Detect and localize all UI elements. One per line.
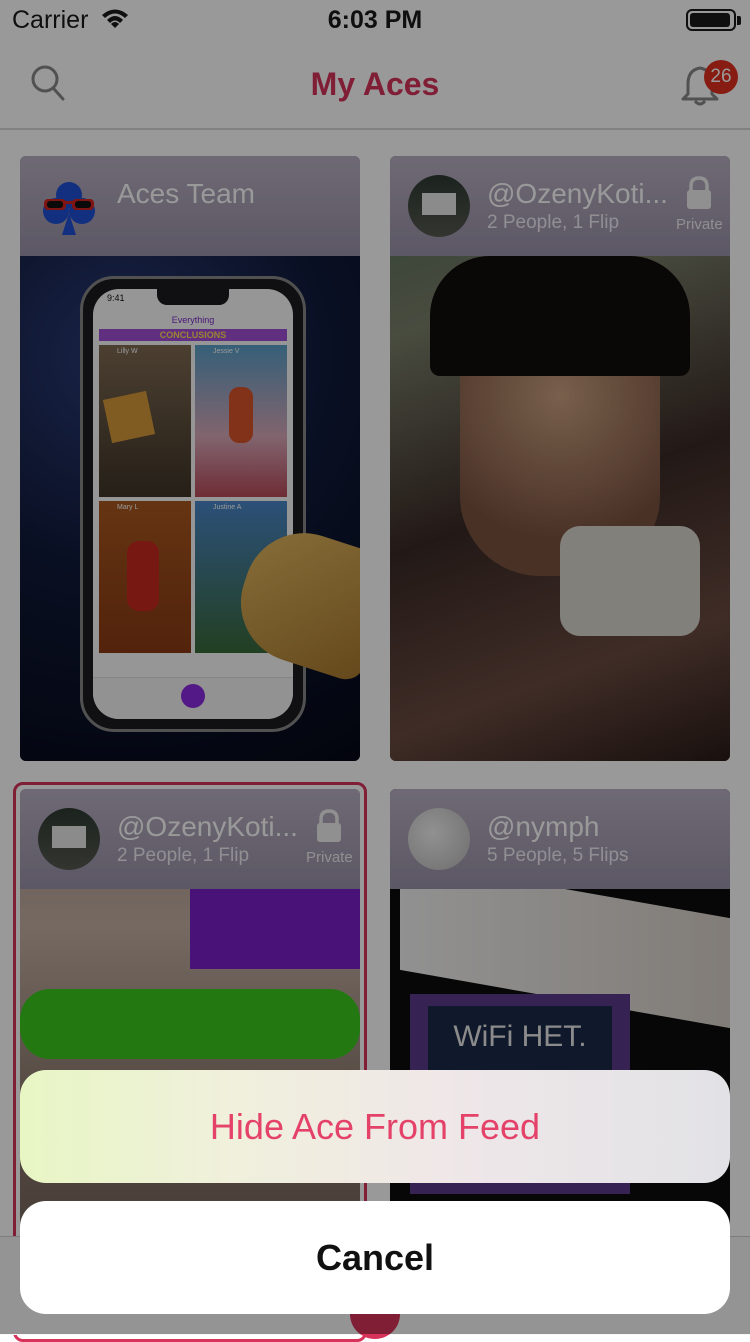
hide-ace-button[interactable]: Hide Ace From Feed [20, 1070, 730, 1183]
cancel-button[interactable]: Cancel [20, 1201, 730, 1314]
